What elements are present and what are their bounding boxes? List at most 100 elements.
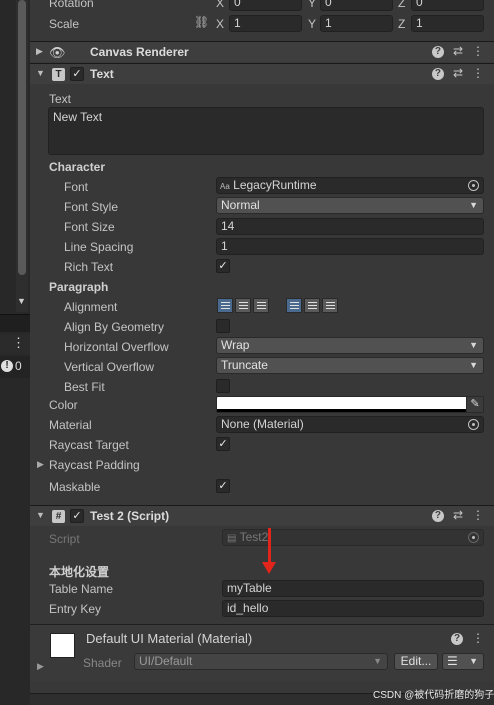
align-bottom-button[interactable] xyxy=(322,298,338,313)
text-component-header[interactable]: ▼ T ✓ Text ? ⇄ ⋮ xyxy=(30,63,494,84)
annotation-arrow-shaft xyxy=(268,528,271,566)
material-fold-icon[interactable]: ▶ xyxy=(37,661,44,672)
scale-y-label[interactable]: Y xyxy=(308,17,316,31)
more-icon[interactable]: ⋮ xyxy=(472,508,484,522)
rotation-y-field[interactable]: 0 xyxy=(320,0,393,11)
dropdown-arrow-icon: ▼ xyxy=(373,656,382,666)
eyedropper-icon[interactable]: ✎ xyxy=(466,396,484,413)
text-label: Text xyxy=(49,92,72,106)
help-icon[interactable]: ? xyxy=(431,68,444,80)
edit-shader-button[interactable]: Edit... xyxy=(394,653,438,670)
canvas-renderer-title: Canvas Renderer xyxy=(90,45,189,59)
scale-label: Scale xyxy=(49,17,80,31)
horizontal-overflow-dropdown[interactable]: Wrap ▼ xyxy=(216,337,484,354)
rotation-z-field[interactable]: 0 xyxy=(411,0,484,11)
help-icon[interactable]: ? xyxy=(431,46,444,58)
dropdown-arrow-icon: ▼ xyxy=(469,340,478,350)
scale-y-field[interactable]: 1 xyxy=(320,15,393,32)
table-name-label: Table Name xyxy=(49,582,114,596)
table-name-field[interactable]: myTable xyxy=(222,580,484,597)
panel-divider-bar xyxy=(0,314,30,332)
hierarchy-panel: ▼ ⋮ ! 0 xyxy=(0,0,30,705)
preset-icon[interactable]: ⇄ xyxy=(453,508,463,522)
text-area[interactable]: New Text xyxy=(48,107,484,155)
scroll-down-arrow-icon[interactable]: ▼ xyxy=(17,296,26,306)
best-fit-checkbox[interactable] xyxy=(216,379,230,393)
warning-count: 0 xyxy=(15,359,22,373)
vertical-overflow-value: Truncate xyxy=(221,358,268,372)
maskable-label: Maskable xyxy=(49,480,101,494)
font-style-label: Font Style xyxy=(64,200,119,214)
raycast-padding-label[interactable]: Raycast Padding xyxy=(49,458,140,472)
rotation-y-label[interactable]: Y xyxy=(308,0,316,10)
inspector-panel: Rotation X 0 Y 0 Z 0 Scale ⛓ X 1 Y 1 Z 1… xyxy=(30,0,494,705)
rich-text-checkbox[interactable]: ✓ xyxy=(216,259,230,273)
preset-icon[interactable]: ⇄ xyxy=(453,66,463,80)
fold-open-icon[interactable]: ▼ xyxy=(36,68,45,78)
align-top-button[interactable] xyxy=(286,298,302,313)
fold-open-icon[interactable]: ▼ xyxy=(36,510,45,520)
shader-value: UI/Default xyxy=(139,654,193,668)
eye-icon: 👁 xyxy=(49,45,66,60)
script-component-header[interactable]: ▼ # ✓ Test 2 (Script) ? ⇄ ⋮ xyxy=(30,505,494,526)
material-field[interactable]: None (Material) xyxy=(216,416,484,433)
shader-menu-button[interactable]: ☰ ▼ xyxy=(442,653,484,670)
font-size-field[interactable]: 14 xyxy=(216,218,484,235)
maskable-checkbox[interactable]: ✓ xyxy=(216,479,230,493)
align-right-icon xyxy=(257,302,266,309)
object-picker-icon[interactable] xyxy=(468,180,479,191)
more-icon[interactable]: ⋮ xyxy=(472,66,484,80)
align-center-button[interactable] xyxy=(235,298,251,313)
entry-key-field[interactable]: id_hello xyxy=(222,600,484,617)
scale-x-field[interactable]: 1 xyxy=(229,15,302,32)
font-size-label: Font Size xyxy=(64,220,115,234)
hierarchy-scrollbar-thumb[interactable] xyxy=(18,0,26,275)
rotation-x-label[interactable]: X xyxy=(216,0,224,10)
align-left-button[interactable] xyxy=(217,298,233,313)
align-right-button[interactable] xyxy=(253,298,269,313)
localization-section-label: 本地化设置 xyxy=(49,565,110,579)
raycast-target-label: Raycast Target xyxy=(49,438,129,452)
script-enabled-checkbox[interactable]: ✓ xyxy=(70,509,84,523)
font-style-dropdown[interactable]: Normal ▼ xyxy=(216,197,484,214)
script-component-title: Test 2 (Script) xyxy=(90,509,170,523)
color-swatch[interactable]: ✎ xyxy=(216,396,484,413)
align-middle-icon xyxy=(308,302,317,309)
shader-dropdown[interactable]: UI/Default ▼ xyxy=(134,653,388,670)
rotation-x-field[interactable]: 0 xyxy=(229,0,302,11)
script-label: Script xyxy=(49,532,80,546)
help-icon[interactable]: ? xyxy=(431,510,444,522)
material-label: Material xyxy=(49,418,92,432)
raycast-target-checkbox[interactable]: ✓ xyxy=(216,437,230,451)
alignment-label: Alignment xyxy=(64,300,118,314)
raycast-padding-fold-icon[interactable]: ▶ xyxy=(37,459,44,470)
best-fit-label: Best Fit xyxy=(64,380,105,394)
warning-icon[interactable]: ! xyxy=(1,360,13,372)
text-enabled-checkbox[interactable]: ✓ xyxy=(70,67,84,81)
fold-closed-icon[interactable]: ▶ xyxy=(36,46,43,57)
more-icon[interactable]: ⋮ xyxy=(472,631,484,645)
help-icon[interactable]: ? xyxy=(451,633,463,645)
text-component-title: Text xyxy=(90,67,114,81)
align-middle-button[interactable] xyxy=(304,298,320,313)
scale-z-field[interactable]: 1 xyxy=(411,15,484,32)
preset-icon[interactable]: ⇄ xyxy=(453,44,463,58)
vertical-overflow-dropdown[interactable]: Truncate ▼ xyxy=(216,357,484,374)
rotation-z-label[interactable]: Z xyxy=(398,0,405,10)
more-icon[interactable]: ⋮ xyxy=(472,44,484,58)
line-spacing-field[interactable]: 1 xyxy=(216,238,484,255)
constrain-proportions-icon[interactable]: ⛓ xyxy=(194,15,209,29)
horizontal-overflow-value: Wrap xyxy=(221,338,250,352)
canvas-renderer-header[interactable]: ▶ 👁 Canvas Renderer ? ⇄ ⋮ xyxy=(30,41,494,62)
script-field: ▤ Test2 xyxy=(222,529,484,546)
scale-x-label[interactable]: X xyxy=(216,17,224,31)
alpha-bar xyxy=(217,409,483,412)
shader-label: Shader xyxy=(83,656,122,670)
list-icon: ☰ xyxy=(447,654,458,668)
align-by-geometry-checkbox[interactable] xyxy=(216,319,230,333)
font-field[interactable]: Aa LegacyRuntime xyxy=(216,177,484,194)
vertical-overflow-label: Vertical Overflow xyxy=(64,360,155,374)
console-menu-icon[interactable]: ⋮ xyxy=(12,336,25,350)
scale-z-label[interactable]: Z xyxy=(398,17,405,31)
object-picker-icon[interactable] xyxy=(468,419,479,430)
